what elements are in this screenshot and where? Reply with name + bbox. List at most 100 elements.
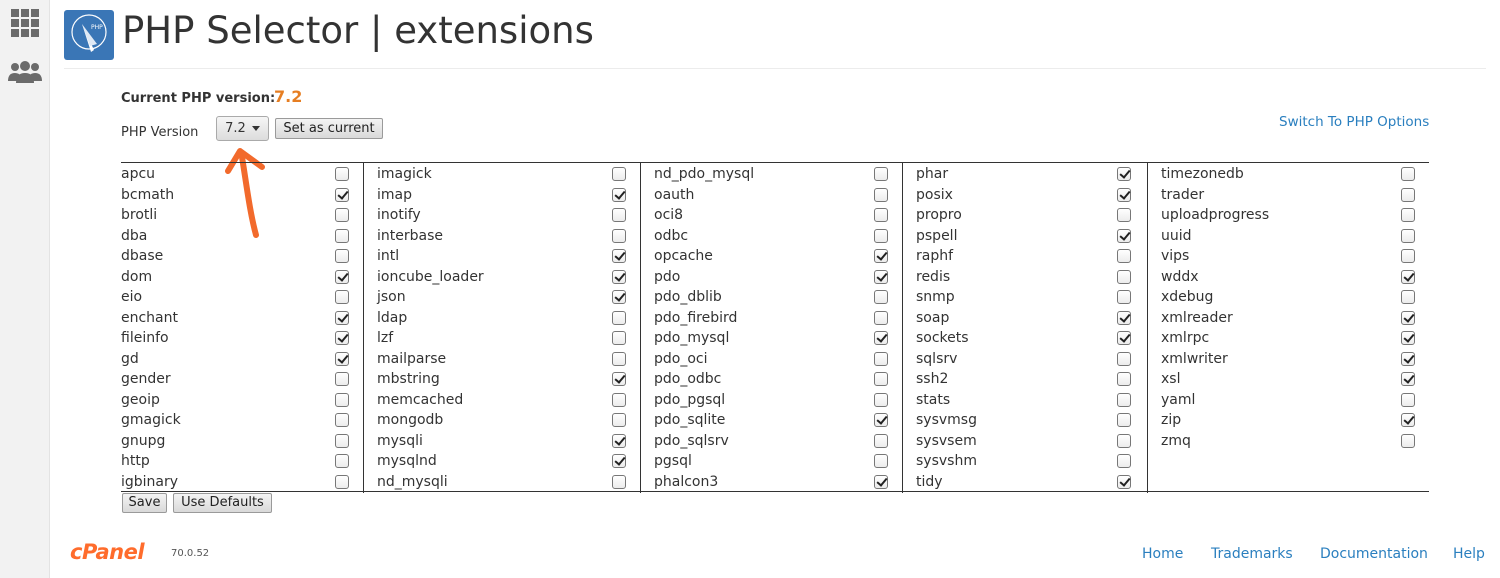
extension-checkbox[interactable] (1401, 290, 1415, 304)
extension-checkbox[interactable] (612, 167, 626, 181)
extension-checkbox[interactable] (612, 187, 626, 202)
extension-checkbox[interactable] (1401, 372, 1415, 386)
extension-checkbox[interactable] (874, 372, 888, 386)
php-version-select[interactable]: 7.2 (216, 116, 269, 141)
extension-checkbox[interactable] (1117, 433, 1131, 448)
extension-checkbox[interactable] (1117, 208, 1131, 222)
extension-checkbox[interactable] (1401, 269, 1415, 284)
extension-checkbox[interactable] (1401, 228, 1415, 243)
extension-checkbox[interactable] (874, 249, 888, 263)
extension-checkbox[interactable] (1117, 187, 1131, 202)
extension-checkbox[interactable] (335, 167, 349, 181)
extension-row: uuid (1148, 226, 1429, 247)
extension-checkbox[interactable] (1117, 454, 1131, 468)
extension-name: timezonedb (1161, 166, 1244, 182)
extension-checkbox[interactable] (335, 331, 349, 345)
extension-checkbox[interactable] (1401, 187, 1415, 202)
extension-checkbox[interactable] (335, 372, 349, 386)
extension-checkbox[interactable] (612, 413, 626, 427)
extension-checkbox[interactable] (874, 351, 888, 366)
extension-checkbox[interactable] (1401, 249, 1415, 263)
extension-checkbox[interactable] (612, 310, 626, 325)
extension-row: memcached (364, 390, 640, 411)
extension-checkbox[interactable] (1117, 331, 1131, 345)
extension-checkbox[interactable] (335, 187, 349, 202)
cpanel-logo: cPanel (70, 540, 145, 564)
extension-checkbox[interactable] (612, 331, 626, 345)
extension-checkbox[interactable] (874, 167, 888, 181)
extension-checkbox[interactable] (335, 310, 349, 325)
extension-name: dba (121, 227, 148, 244)
extension-checkbox[interactable] (1117, 290, 1131, 304)
extension-checkbox[interactable] (612, 474, 626, 489)
extension-checkbox[interactable] (335, 474, 349, 489)
extension-checkbox[interactable] (335, 228, 349, 243)
extension-checkbox[interactable] (612, 208, 626, 222)
footer-trademarks-link[interactable]: Trademarks (1211, 546, 1293, 562)
extension-checkbox[interactable] (874, 413, 888, 427)
extension-column: imagick imap inotify interbase intl ioncube_l… (363, 163, 640, 493)
extension-checkbox[interactable] (874, 474, 888, 489)
extension-checkbox[interactable] (612, 249, 626, 263)
grid-icon[interactable] (0, 3, 50, 43)
extension-checkbox[interactable] (612, 269, 626, 284)
extension-checkbox[interactable] (874, 269, 888, 284)
extension-checkbox[interactable] (612, 372, 626, 386)
extension-checkbox[interactable] (335, 392, 349, 407)
php-version-selected: 7.2 (225, 121, 246, 136)
extension-checkbox[interactable] (1401, 413, 1415, 427)
extension-checkbox[interactable] (1117, 228, 1131, 243)
extension-checkbox[interactable] (1117, 269, 1131, 284)
extension-checkbox[interactable] (335, 269, 349, 284)
extension-checkbox[interactable] (1117, 310, 1131, 325)
extension-checkbox[interactable] (874, 392, 888, 407)
extension-checkbox[interactable] (1117, 249, 1131, 263)
extension-checkbox[interactable] (612, 433, 626, 448)
extension-checkbox[interactable] (335, 249, 349, 263)
save-button[interactable]: Save (122, 493, 167, 513)
extension-checkbox[interactable] (874, 331, 888, 345)
extension-checkbox[interactable] (874, 228, 888, 243)
extension-checkbox[interactable] (1117, 372, 1131, 386)
extension-checkbox[interactable] (1117, 413, 1131, 427)
extension-checkbox[interactable] (1401, 331, 1415, 345)
set-as-current-button[interactable]: Set as current (275, 118, 383, 139)
extension-checkbox[interactable] (612, 351, 626, 366)
extension-checkbox[interactable] (612, 290, 626, 304)
extension-checkbox[interactable] (335, 454, 349, 468)
extension-checkbox[interactable] (612, 228, 626, 243)
extension-name: oci8 (654, 207, 684, 223)
extension-checkbox[interactable] (1401, 310, 1415, 325)
extension-checkbox[interactable] (1117, 167, 1131, 181)
extension-checkbox[interactable] (1117, 474, 1131, 489)
extension-checkbox[interactable] (1401, 433, 1415, 448)
extension-checkbox[interactable] (1117, 351, 1131, 366)
extension-checkbox[interactable] (335, 413, 349, 427)
switch-to-php-options-link[interactable]: Switch To PHP Options (1279, 114, 1429, 130)
users-icon[interactable] (0, 52, 50, 92)
footer-home-link[interactable]: Home (1142, 546, 1183, 562)
extension-checkbox[interactable] (335, 208, 349, 222)
extension-row: pdo_sqlite (641, 410, 902, 431)
extension-checkbox[interactable] (874, 454, 888, 468)
extension-checkbox[interactable] (612, 454, 626, 468)
footer-help-link[interactable]: Help (1453, 546, 1485, 562)
extension-checkbox[interactable] (874, 208, 888, 222)
extension-checkbox[interactable] (874, 290, 888, 304)
extension-checkbox[interactable] (874, 433, 888, 448)
extension-checkbox[interactable] (335, 290, 349, 304)
extension-checkbox[interactable] (335, 433, 349, 448)
extension-checkbox[interactable] (874, 187, 888, 202)
use-defaults-button[interactable]: Use Defaults (173, 493, 272, 513)
footer-documentation-link[interactable]: Documentation (1320, 546, 1428, 562)
extension-checkbox[interactable] (1401, 392, 1415, 407)
extension-checkbox[interactable] (335, 351, 349, 366)
extension-checkbox[interactable] (874, 310, 888, 325)
extension-checkbox[interactable] (1401, 208, 1415, 222)
extension-row: timezonedb (1148, 164, 1429, 185)
extension-checkbox[interactable] (1117, 392, 1131, 407)
extension-checkbox[interactable] (1401, 167, 1415, 181)
extension-checkbox[interactable] (612, 392, 626, 407)
extension-column: timezonedb trader uploadprogress uuid vips wd… (1147, 163, 1429, 493)
extension-checkbox[interactable] (1401, 351, 1415, 366)
